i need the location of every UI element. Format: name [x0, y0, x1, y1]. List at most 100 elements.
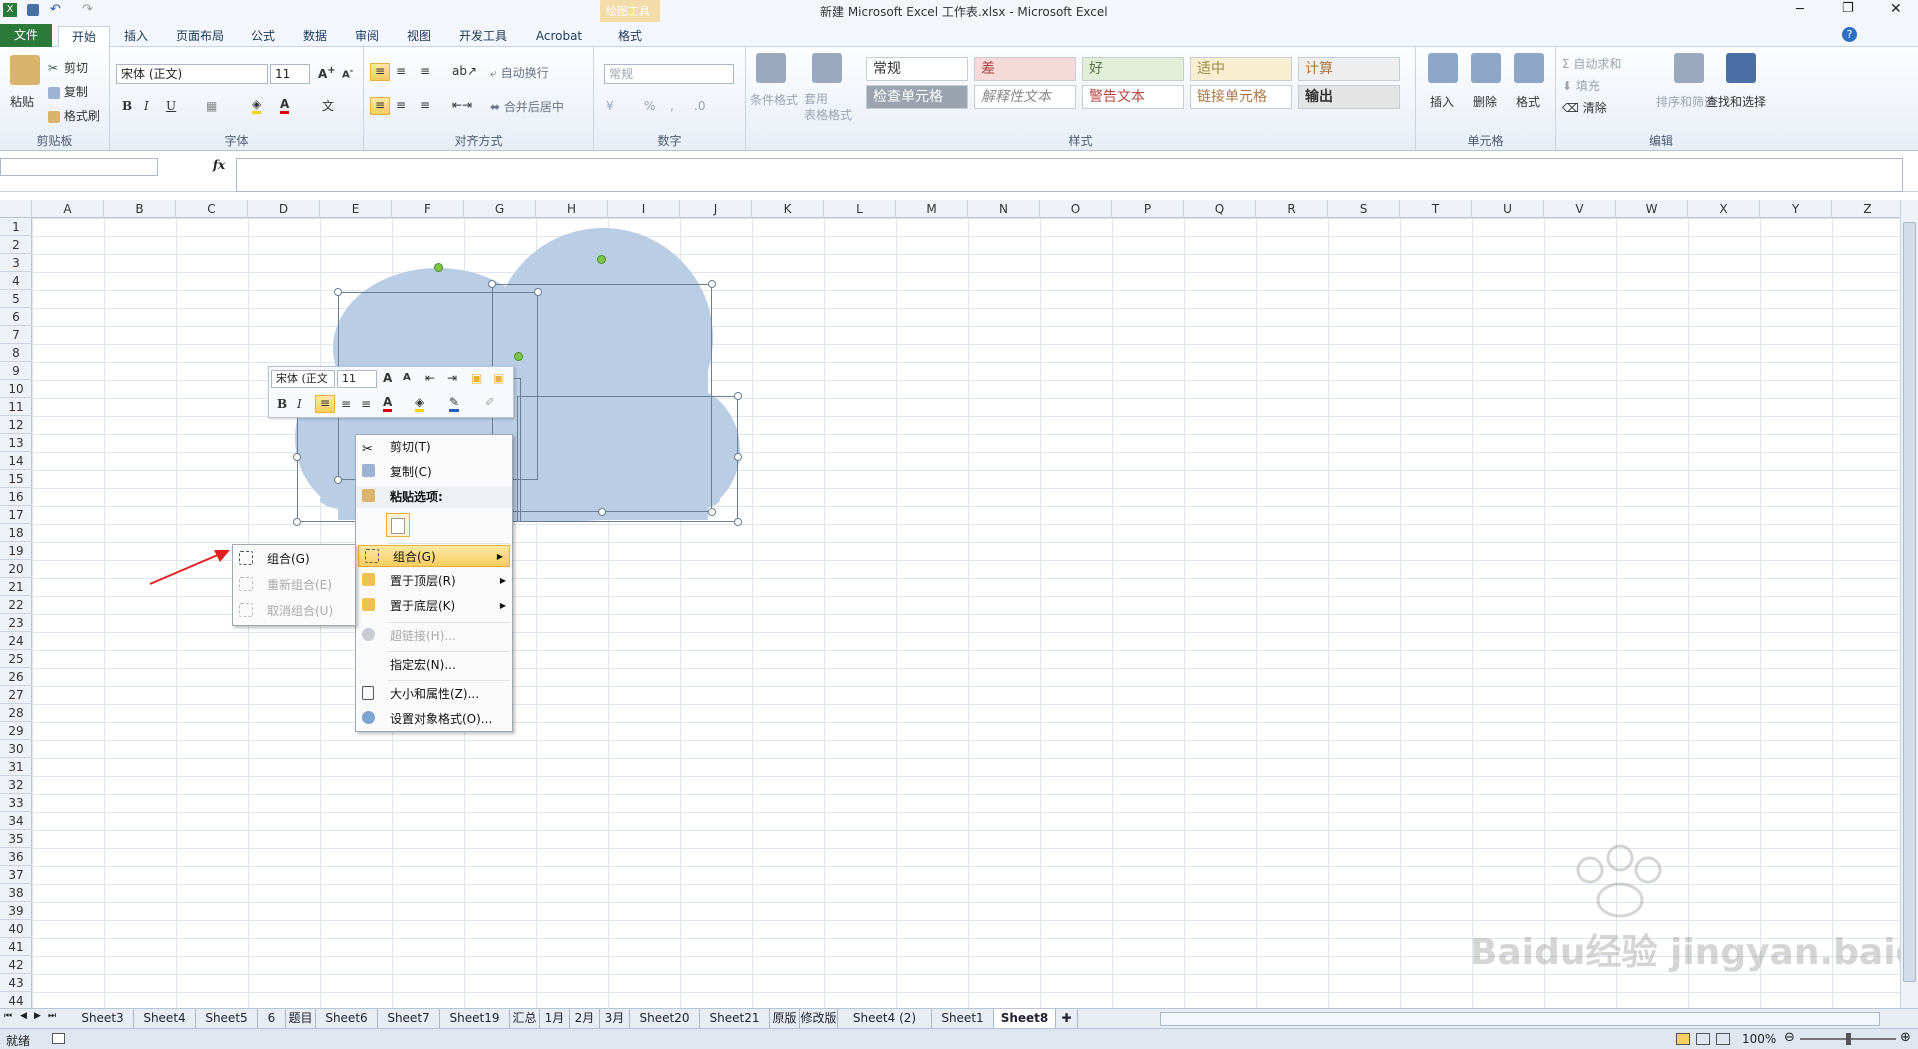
tab-format[interactable]: 格式	[600, 26, 660, 47]
resize-handle[interactable]	[708, 280, 716, 288]
menu-size-properties[interactable]: 大小和属性(Z)...	[356, 683, 512, 705]
mini-send-back-icon[interactable]: ▣	[493, 371, 504, 385]
page-break-view-icon[interactable]	[1716, 1033, 1730, 1045]
comma-icon[interactable]: ,	[670, 99, 674, 113]
scroll-thumb[interactable]	[1903, 222, 1916, 982]
menu-format-object[interactable]: 设置对象格式(O)...	[356, 708, 512, 730]
delete-cells-button[interactable]: 删除	[1473, 93, 1497, 110]
zoom-slider-thumb[interactable]	[1846, 1033, 1851, 1045]
paste-button[interactable]: 粘贴	[10, 93, 34, 110]
resize-handle[interactable]	[293, 453, 301, 461]
tab-review[interactable]: 审阅	[344, 26, 390, 47]
mini-bold-button[interactable]: B	[277, 397, 287, 411]
sheet-tab[interactable]: Sheet6	[316, 1009, 378, 1028]
resize-handle[interactable]	[334, 288, 342, 296]
merge-center-button[interactable]: ⬌ 合并后居中	[490, 98, 564, 115]
table-format-button[interactable]: 套用 表格格式	[804, 91, 852, 123]
phonetic-icon[interactable]: 文	[322, 97, 334, 114]
save-icon[interactable]	[27, 4, 39, 16]
resize-handle[interactable]	[534, 288, 542, 296]
style-calculation[interactable]: 计算	[1298, 57, 1400, 81]
restore-button[interactable]: ❐	[1842, 1, 1854, 16]
close-button[interactable]: ✕	[1890, 1, 1902, 17]
mini-bring-front-icon[interactable]: ▣	[471, 371, 482, 385]
style-output[interactable]: 输出	[1298, 85, 1400, 109]
mini-italic-button[interactable]: I	[297, 397, 302, 411]
tab-view[interactable]: 视图	[396, 26, 442, 47]
last-sheet-icon[interactable]: ⏭	[48, 1011, 56, 1021]
mini-size-select[interactable]: 11	[337, 370, 377, 388]
number-format-select[interactable]: 常规	[604, 64, 734, 84]
macro-record-icon[interactable]	[52, 1033, 65, 1044]
bold-button[interactable]: B	[122, 99, 132, 113]
style-normal[interactable]: 常规	[866, 57, 968, 81]
tab-developer[interactable]: 开发工具	[448, 26, 518, 47]
insert-cells-icon[interactable]	[1428, 53, 1458, 83]
conditional-format-button[interactable]: 条件格式	[750, 91, 798, 108]
shape-selection-4[interactable]	[517, 396, 738, 522]
formula-input[interactable]	[236, 158, 1903, 192]
mini-center-button[interactable]: ≡	[341, 397, 351, 411]
zoom-level[interactable]: 100%	[1742, 1032, 1776, 1046]
align-center-button[interactable]: ≡	[396, 98, 406, 112]
sheet-tab[interactable]: Sheet20	[630, 1009, 700, 1028]
normal-view-icon[interactable]	[1676, 1033, 1690, 1045]
sheet-tab[interactable]: Sheet5	[196, 1009, 258, 1028]
paste-option-button[interactable]	[386, 513, 410, 537]
style-linked-cell[interactable]: 链接单元格	[1190, 85, 1292, 109]
copy-button[interactable]: 复制	[48, 83, 88, 100]
sheet-tab[interactable]: Sheet4 (2)	[838, 1009, 932, 1028]
minimize-button[interactable]: ─	[1796, 2, 1804, 17]
mini-shrink-font-icon[interactable]: A	[403, 372, 411, 383]
font-size-select[interactable]: 11	[270, 64, 310, 84]
format-cells-button[interactable]: 格式	[1516, 93, 1540, 110]
orientation-icon[interactable]: ab↗	[452, 64, 477, 78]
resize-handle[interactable]	[293, 518, 301, 526]
sheet-tab[interactable]: 3月	[600, 1009, 630, 1028]
help-icon[interactable]: ?	[1842, 27, 1857, 42]
rotate-handle[interactable]	[514, 352, 523, 361]
style-check-cell[interactable]: 检查单元格	[866, 85, 968, 109]
mini-font-color-icon[interactable]: A	[383, 395, 393, 412]
menu-assign-macro[interactable]: 指定宏(N)...	[356, 654, 512, 676]
menu-send-to-back[interactable]: 置于底层(K) ▶	[356, 595, 512, 617]
resize-handle[interactable]	[734, 518, 742, 526]
indent-icon[interactable]: ⇤⇥	[452, 98, 472, 112]
undo-icon[interactable]: ↶	[50, 2, 61, 17]
fill-color-icon[interactable]: ◈	[252, 97, 262, 114]
mini-font-select[interactable]: 宋体 (正文	[271, 370, 335, 388]
sheet-tab[interactable]: Sheet21	[700, 1009, 770, 1028]
border-icon[interactable]: ▦	[206, 99, 217, 113]
sort-filter-icon[interactable]	[1674, 53, 1704, 83]
sheet-tab[interactable]: Sheet1	[932, 1009, 994, 1028]
menu-group[interactable]: 组合(G) ▶	[358, 545, 510, 567]
align-middle-button[interactable]: ≡	[396, 64, 406, 78]
sheet-tab[interactable]: Sheet4	[134, 1009, 196, 1028]
mini-format-painter-icon[interactable]: ✐	[485, 395, 495, 409]
align-bottom-button[interactable]: ≡	[420, 64, 430, 78]
align-left-button[interactable]: ≡	[370, 97, 390, 115]
wrap-text-button[interactable]: ⤶ 自动换行	[490, 64, 549, 81]
tab-insert[interactable]: 插入	[112, 26, 160, 47]
delete-cells-icon[interactable]	[1471, 53, 1501, 83]
zoom-in-icon[interactable]: ⊕	[1900, 1030, 1911, 1045]
resize-handle[interactable]	[734, 453, 742, 461]
grow-font-icon[interactable]: A+	[318, 65, 336, 81]
tab-page-layout[interactable]: 页面布局	[165, 26, 235, 47]
resize-handle[interactable]	[488, 280, 496, 288]
underline-button[interactable]: U	[166, 99, 176, 113]
tab-formulas[interactable]: 公式	[240, 26, 286, 47]
italic-button[interactable]: I	[144, 99, 149, 113]
sheet-tab[interactable]: Sheet8	[994, 1009, 1056, 1028]
style-neutral[interactable]: 适中	[1190, 57, 1292, 81]
mini-align-right-button[interactable]: ≡	[361, 397, 371, 411]
mini-line-color-icon[interactable]: ✎	[449, 395, 460, 412]
insert-cells-button[interactable]: 插入	[1430, 93, 1454, 110]
zoom-out-icon[interactable]: ⊖	[1784, 1030, 1795, 1045]
horizontal-scrollbar[interactable]	[1160, 1012, 1880, 1026]
table-format-icon[interactable]	[812, 53, 842, 83]
mini-grow-font-icon[interactable]: A	[383, 371, 392, 385]
sheet-tab[interactable]: Sheet3	[72, 1009, 134, 1028]
percent-icon[interactable]: %	[644, 99, 655, 113]
format-cells-icon[interactable]	[1514, 53, 1544, 83]
